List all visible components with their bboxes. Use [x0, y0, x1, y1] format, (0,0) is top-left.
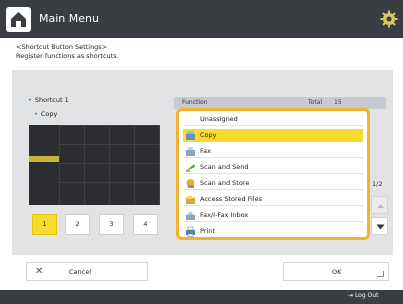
bullet-icon: •: [28, 96, 32, 104]
list-item-scan-and-send[interactable]: Scan and Send: [183, 161, 363, 174]
close-icon: ✕: [35, 266, 44, 277]
cancel-button-label: Cancel: [69, 268, 92, 276]
logout-button[interactable]: ⇥ Log Out: [348, 292, 378, 299]
list-item-copy[interactable]: Copy: [183, 129, 363, 142]
list-item-fax[interactable]: Fax: [183, 145, 363, 158]
instruction-text: Register functions as shortcuts.: [16, 52, 119, 60]
page-button-4[interactable]: 4: [133, 214, 158, 235]
enter-corner-icon: [377, 271, 384, 277]
list-item-label: Print: [200, 227, 215, 235]
function-column-header: Function: [182, 99, 208, 106]
chevron-up-icon: [377, 204, 384, 208]
shortcut-subtitle-label: Copy: [40, 110, 58, 118]
logout-icon: ⇥: [348, 292, 355, 299]
selected-slot-highlight: [29, 156, 59, 162]
scan-send-icon: [186, 164, 195, 172]
stored-files-icon: [186, 196, 195, 204]
list-item-scan-and-store[interactable]: Scan and Store: [183, 177, 363, 190]
ok-button[interactable]: OK: [283, 262, 389, 281]
total-label: Total: [308, 99, 323, 106]
fax-icon: [186, 147, 195, 156]
chevron-down-icon: [376, 224, 385, 230]
list-item-unassigned[interactable]: Unassigned: [183, 113, 363, 126]
scan-store-icon: [186, 179, 195, 188]
page-indicator: 1/2: [372, 180, 383, 188]
bottom-bar: ⇥ Log Out: [0, 290, 403, 304]
list-item-label: Copy: [200, 131, 217, 139]
scroll-up-button[interactable]: [371, 196, 388, 214]
list-item-fax-inbox[interactable]: Fax/I-Fax Inbox: [183, 209, 363, 222]
gear-icon[interactable]: [380, 10, 398, 28]
page-button-2[interactable]: 2: [65, 214, 90, 235]
scroll-down-button[interactable]: [371, 217, 388, 235]
logout-label: Log Out: [354, 292, 379, 299]
total-count: 15: [334, 99, 342, 106]
print-icon: [186, 226, 195, 237]
shortcut-subtitle: • Copy: [34, 110, 57, 118]
home-icon: [11, 12, 26, 27]
page-button-3[interactable]: 3: [99, 214, 124, 235]
instruction-title: <Shortcut Button Settings>: [16, 43, 108, 51]
fax-inbox-icon: [186, 211, 195, 220]
function-list: Unassigned Copy Fax Scan and Send Scan a…: [176, 108, 370, 240]
home-button[interactable]: [6, 7, 31, 32]
list-item-access-stored-files[interactable]: Access Stored Files: [183, 193, 363, 206]
page-title: Main Menu: [39, 12, 99, 25]
bullet-icon: •: [34, 110, 38, 118]
list-item-print[interactable]: Print: [183, 225, 363, 237]
page-button-1[interactable]: 1: [32, 214, 57, 235]
cancel-button[interactable]: ✕ Cancel: [26, 262, 148, 281]
shortcut-title-label: Shortcut 1: [34, 96, 69, 104]
ok-button-label: OK: [332, 268, 342, 276]
shortcut-preview-screen: [29, 125, 160, 205]
copy-icon: [186, 131, 195, 140]
shortcut-title: • Shortcut 1: [28, 96, 69, 104]
